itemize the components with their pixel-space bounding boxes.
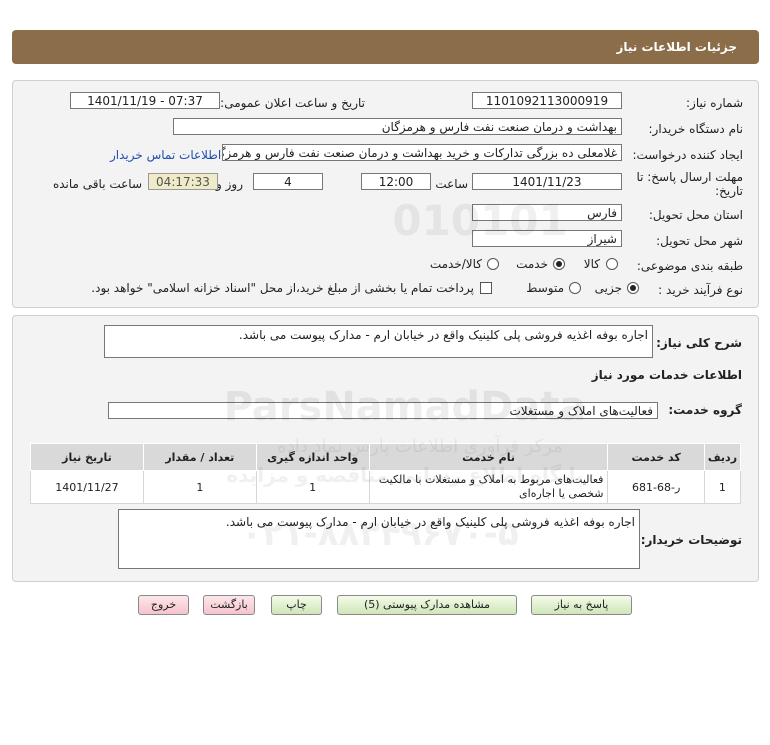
services-heading: اطلاعات خدمات مورد نیاز	[591, 368, 742, 382]
cell-service-code: ر-68-681	[607, 470, 705, 504]
category-radio-goods[interactable]	[606, 258, 618, 270]
service-group-label: گروه خدمت:	[668, 403, 742, 417]
page-header: جزئیات اطلاعات نیاز	[12, 30, 759, 64]
view-attachments-button[interactable]: مشاهده مدارک پیوستی (5)	[337, 595, 517, 615]
need-number-label: شماره نیاز:	[686, 96, 743, 110]
reply-button[interactable]: پاسخ به نیاز	[531, 595, 632, 615]
service-group-field: فعالیت‌های املاک و مستغلات	[108, 402, 658, 419]
contact-buyer-link[interactable]: اطلاعات تماس خریدار	[110, 148, 221, 162]
buyer-notes-label: توضیحات خریدار:	[640, 533, 742, 547]
purchase-type-option-minor: جزیی	[594, 281, 622, 295]
province-field: فارس	[472, 204, 622, 221]
cell-unit: 1	[255, 470, 370, 504]
summary-label: شرح کلی نیاز:	[656, 336, 742, 350]
purchase-type-label: نوع فرآیند خرید :	[658, 283, 743, 297]
creator-label: ایجاد کننده درخواست:	[632, 148, 743, 162]
col-service-name: نام خدمت	[368, 443, 609, 471]
category-option-goods: کالا	[583, 257, 600, 271]
page-title: جزئیات اطلاعات نیاز	[616, 40, 737, 54]
col-unit: واحد اندازه گیری	[255, 443, 370, 471]
category-radio-goods-service[interactable]	[487, 258, 499, 270]
deadline-date-field: 1401/11/23	[472, 173, 622, 190]
purchase-type-option-medium: متوسط	[526, 281, 564, 295]
buyer-org-label: نام دستگاه خریدار:	[648, 122, 744, 136]
summary-field: اجاره بوفه اغذیه فروشی پلی کلینیک واقع د…	[104, 325, 653, 358]
col-need-date: تاریخ نیاز	[30, 443, 144, 471]
deadline-label: مهلت ارسال پاسخ: تا	[636, 170, 743, 184]
exit-button[interactable]: خروج	[138, 595, 189, 615]
category-option-service: خدمت	[516, 257, 548, 271]
remaining-time-field: 04:17:33	[148, 173, 218, 190]
remaining-time-label: ساعت باقی مانده	[52, 177, 142, 191]
city-label: شهر محل تحویل:	[656, 234, 743, 248]
province-label: استان محل تحویل:	[648, 208, 743, 222]
category-option-goods-service: کالا/خدمت	[429, 257, 482, 271]
treasury-payment-checkbox[interactable]	[480, 282, 492, 294]
need-info-panel	[12, 80, 759, 308]
city-field: شیراز	[472, 230, 622, 247]
back-button[interactable]: بازگشت	[203, 595, 255, 615]
services-table: ردیف کد خدمت نام خدمت واحد اندازه گیری ت…	[30, 443, 742, 504]
creator-field: غلامعلی ده بزرگی تدارکات و خرید بهداشت و…	[222, 144, 622, 161]
deadline-time-field: 12:00	[361, 173, 431, 190]
table-row: 1 ر-68-681 فعالیت‌های مربوط به املاک و م…	[30, 470, 742, 504]
cell-need-date: 1401/11/27	[30, 470, 144, 504]
cell-quantity: 1	[142, 470, 257, 504]
cell-service-name: فعالیت‌های مربوط به املاک و مستغلات با م…	[368, 470, 609, 504]
need-number-field: 1101092113000919	[472, 92, 622, 109]
col-row-number: ردیف	[703, 443, 742, 471]
announce-date-label: تاریخ و ساعت اعلان عمومی:	[220, 96, 365, 110]
treasury-payment-note: پرداخت تمام یا بخشی از مبلغ خرید،از محل …	[91, 281, 474, 295]
days-label: روز و	[216, 177, 243, 191]
print-button[interactable]: چاپ	[271, 595, 322, 615]
buyer-notes-field: اجاره بوفه اغذیه فروشی پلی کلینیک واقع د…	[118, 509, 640, 569]
buyer-org-field: بهداشت و درمان صنعت نفت فارس و هرمزگان	[173, 118, 622, 135]
purchase-type-radio-minor[interactable]	[627, 282, 639, 294]
announce-date-field: 1401/11/19 - 07:37	[70, 92, 220, 109]
category-label: طبقه بندی موضوعی:	[636, 259, 743, 273]
purchase-type-radio-medium[interactable]	[569, 282, 581, 294]
cell-row-number: 1	[703, 470, 742, 504]
category-radio-service[interactable]	[553, 258, 565, 270]
table-header-row: ردیف کد خدمت نام خدمت واحد اندازه گیری ت…	[30, 443, 742, 471]
col-service-code: کد خدمت	[607, 443, 705, 471]
col-quantity: تعداد / مقدار	[142, 443, 257, 471]
deadline-label-date: تاریخ:	[715, 184, 743, 198]
deadline-time-label: ساعت	[435, 177, 468, 191]
days-field: 4	[253, 173, 323, 190]
